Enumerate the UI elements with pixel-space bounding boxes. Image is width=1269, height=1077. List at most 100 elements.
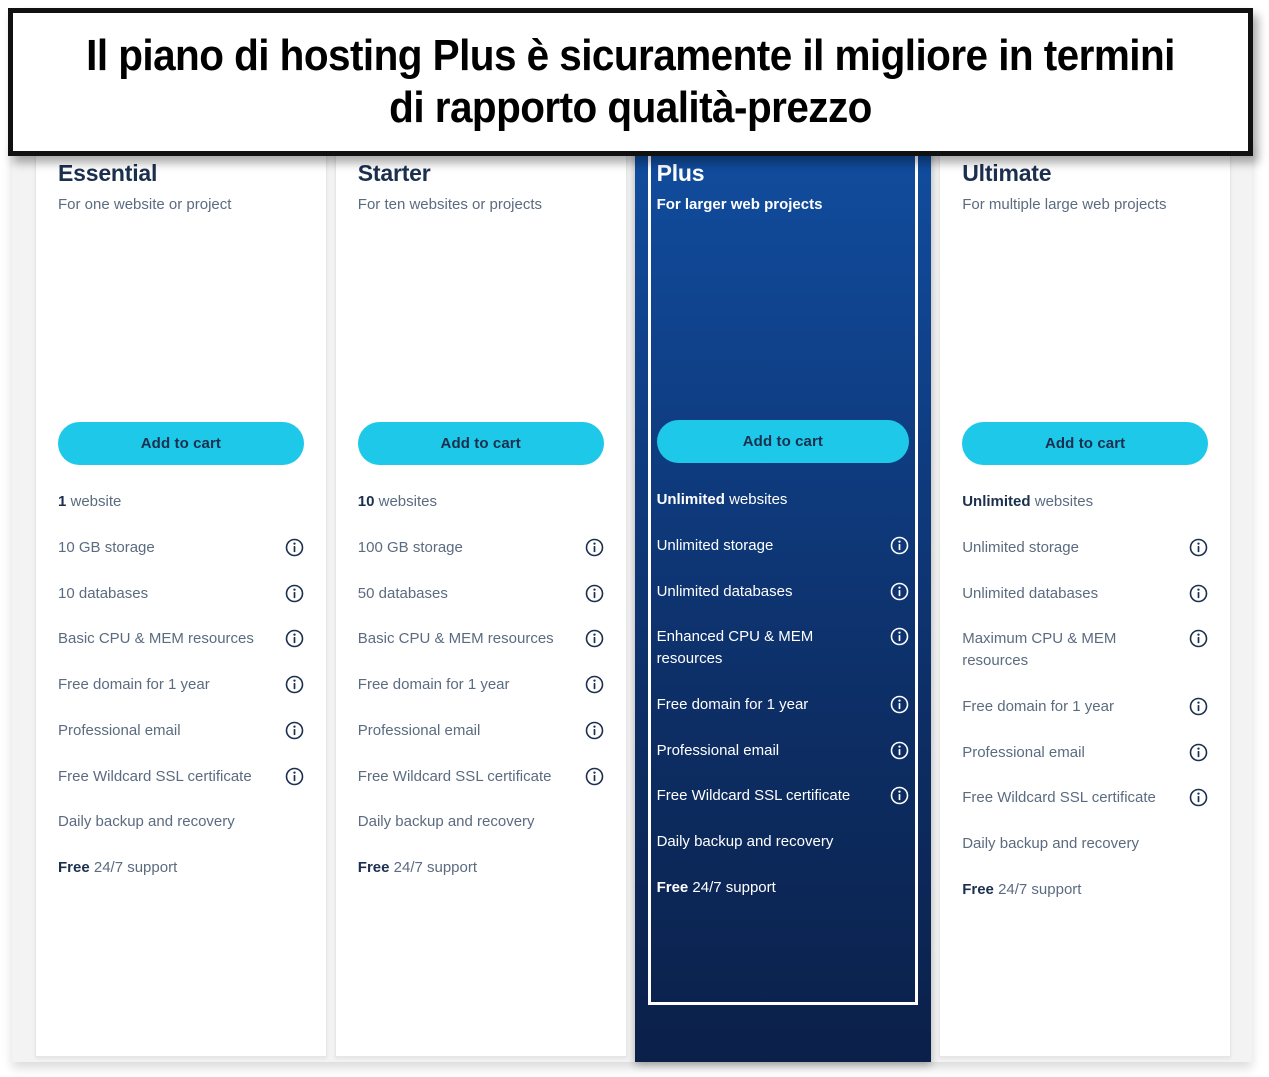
plan-tagline: For ten websites or projects [357,196,543,214]
feature-label: Unlimited websites [962,491,1093,513]
feature-label-emphasis: Free [962,880,994,898]
feature-label-text: Free Wildcard SSL certificate [58,767,252,785]
feature-label-text: 10 GB storage [58,538,155,556]
info-circle-icon[interactable] [1189,743,1208,762]
feature-row: Free Wildcard SSL certificate [962,787,1208,809]
feature-row: Unlimited websites [962,491,1208,513]
add-to-cart-button[interactable]: Add to cart [357,422,604,466]
feature-label-emphasis: Free [58,859,90,877]
feature-row: Free 24/7 support [58,857,304,879]
info-circle-icon[interactable] [585,584,604,603]
feature-label: Free domain for 1 year [962,696,1114,718]
info-circle-icon[interactable] [285,767,304,786]
info-circle-icon[interactable] [585,538,604,557]
info-circle-icon[interactable] [585,767,604,786]
feature-label: Free Wildcard SSL certificate [657,785,851,807]
plan-card-plus: Plus For larger web projects Add to cart Un… [634,140,932,1062]
info-circle-icon[interactable] [285,629,304,648]
plan-tagline: For larger web projects [656,196,823,214]
overlay-banner: Il piano di hosting Plus è sicuramente i… [8,8,1253,156]
feature-label: Free 24/7 support [358,857,477,879]
feature-label: Free domain for 1 year [358,674,510,696]
feature-label-text: Basic CPU & MEM resources [357,630,554,648]
feature-label-text: Free Wildcard SSL certificate [656,787,851,805]
info-circle-icon[interactable] [585,721,604,740]
feature-row: Daily backup and recovery [358,811,604,833]
price-area-placeholder [358,216,604,422]
info-circle-icon[interactable] [285,675,304,694]
feature-label-text: Enhanced CPU & MEM resources [656,628,814,668]
feature-label: 50 databases [358,583,448,605]
feature-row: 50 databases [358,583,604,605]
feature-label: 10 websites [358,491,437,513]
feature-row: Professional email [58,720,304,742]
pricing-cards-surface: Essential For one website or project Add t… [12,140,1252,1062]
feature-list: Unlimited websites Unlimited storage Unlim… [940,465,1230,901]
feature-row: Free domain for 1 year [962,696,1208,718]
feature-row: Unlimited storage [657,535,910,557]
feature-label-text: 100 GB storage [357,538,463,556]
info-circle-icon[interactable] [585,629,604,648]
feature-label: 100 GB storage [358,537,463,559]
info-circle-icon[interactable] [1189,697,1208,716]
feature-label-emphasis: Unlimited [656,491,725,509]
feature-label: Unlimited databases [962,583,1098,605]
info-circle-icon[interactable] [890,627,909,646]
feature-row: 1 website [58,491,304,513]
info-circle-icon[interactable] [1189,788,1208,807]
feature-label-text: Daily backup and recovery [962,835,1139,853]
feature-row: Free 24/7 support [962,879,1208,901]
info-circle-icon[interactable] [585,675,604,694]
info-circle-icon[interactable] [285,538,304,557]
feature-label: Unlimited storage [657,535,774,557]
info-circle-icon[interactable] [890,786,909,805]
plan-name: Essential [58,160,158,186]
feature-label-text: websites [724,491,788,509]
info-circle-icon[interactable] [890,695,909,714]
feature-label: 1 website [58,491,121,513]
feature-label-emphasis: Free [357,859,390,877]
feature-label: Enhanced CPU & MEM resources [657,626,857,670]
feature-row: Free domain for 1 year [358,674,604,696]
price-area-placeholder [58,216,304,422]
feature-label: Free domain for 1 year [657,694,809,716]
info-circle-icon[interactable] [890,582,909,601]
info-circle-icon[interactable] [890,536,909,555]
feature-row: Free Wildcard SSL certificate [358,766,604,788]
feature-label-text: Unlimited storage [656,536,774,554]
add-to-cart-button[interactable]: Add to cart [962,422,1208,466]
plan-header: Essential For one website or project [36,143,326,422]
feature-label: Daily backup and recovery [657,831,834,853]
info-circle-icon[interactable] [285,584,304,603]
info-circle-icon[interactable] [1189,629,1208,648]
feature-label: Professional email [657,740,780,762]
feature-row: Free 24/7 support [657,877,910,899]
feature-label: Unlimited storage [962,537,1079,559]
feature-label-text: website [66,493,122,511]
add-to-cart-button[interactable]: Add to cart [656,420,910,464]
banner-headline: Il piano di hosting Plus è sicuramente i… [86,31,1175,132]
plan-header: Ultimate For multiple large web projects [940,143,1230,422]
feature-label: 10 databases [58,583,148,605]
info-circle-icon[interactable] [1189,538,1208,557]
info-circle-icon[interactable] [285,721,304,740]
cta-container: Add to cart [336,422,626,466]
info-circle-icon[interactable] [890,741,909,760]
feature-label-text: Professional email [58,721,181,739]
feature-label-text: Unlimited storage [962,538,1079,556]
add-to-cart-button[interactable]: Add to cart [58,422,304,466]
feature-label-emphasis: Free [656,878,689,896]
plan-tagline: For multiple large web projects [962,196,1167,214]
pricing-page: Essential For one website or project Add t… [0,0,1269,1077]
feature-label: Free Wildcard SSL certificate [58,766,252,788]
feature-label-text: 24/7 support [89,859,178,877]
info-circle-icon[interactable] [1189,584,1208,603]
feature-label-emphasis: 10 [357,493,375,511]
feature-label: Basic CPU & MEM resources [358,628,554,650]
feature-row: Unlimited databases [962,583,1208,605]
feature-row: Free domain for 1 year [58,674,304,696]
feature-row: 10 databases [58,583,304,605]
feature-label: Unlimited databases [657,581,793,603]
cta-container: Add to cart [635,420,932,464]
feature-label-text: Daily backup and recovery [58,813,235,831]
